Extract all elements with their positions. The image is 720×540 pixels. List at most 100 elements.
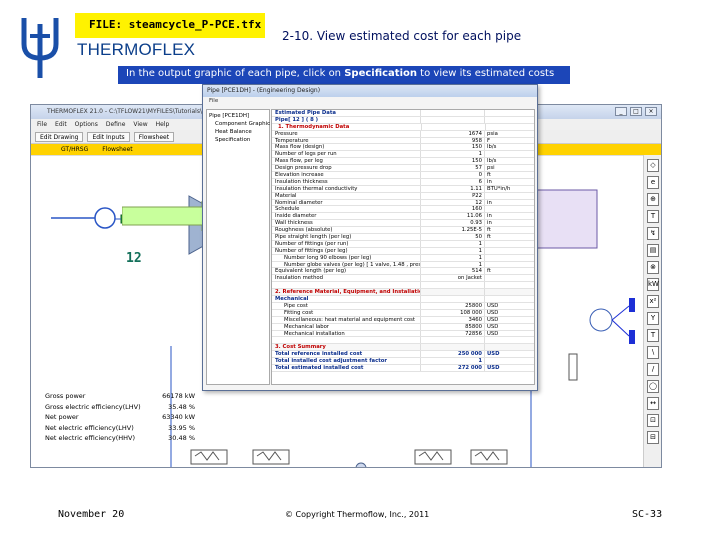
- palette-tool-icon[interactable]: ◯: [647, 380, 659, 393]
- tab-gt-hrsg[interactable]: GT/HRSG: [61, 146, 88, 155]
- palette-tool-icon[interactable]: /: [647, 363, 659, 376]
- spec-label: Insulation method: [275, 275, 324, 282]
- spec-row: Pressure 1674 psia: [272, 130, 534, 138]
- spec-value: 0.93: [420, 220, 484, 226]
- palette-tool-icon[interactable]: ⊟: [647, 431, 659, 444]
- instruction-banner: In the output graphic of each pipe, clic…: [118, 66, 570, 84]
- minimize-button[interactable]: _: [615, 107, 627, 116]
- palette-tool-icon[interactable]: x²: [647, 295, 659, 308]
- component-palette: ◇ e ⊕ T ↯ ▤ ⊗ kW x² Y T \ / ◯ ↔ ⊡ ⊟: [643, 155, 661, 467]
- spec-unit: psi: [484, 165, 534, 171]
- generator-icon: [589, 308, 613, 332]
- menu-options[interactable]: Options: [75, 121, 98, 130]
- spec-label: [272, 337, 420, 343]
- spec-unit: [484, 337, 534, 344]
- maximize-button[interactable]: □: [630, 107, 642, 116]
- spec-value: 6: [420, 178, 484, 185]
- palette-tool-icon[interactable]: T: [647, 210, 659, 223]
- palette-tool-icon[interactable]: ⊡: [647, 414, 659, 427]
- spec-unit: [484, 254, 534, 261]
- palette-tool-icon[interactable]: ⊗: [647, 261, 659, 274]
- spec-value: 1: [420, 358, 484, 364]
- spec-value: 514: [420, 268, 484, 274]
- close-button[interactable]: ×: [645, 107, 657, 116]
- spec-row: Mass flow, per leg 150 lb/s: [272, 158, 534, 166]
- menu-define[interactable]: Define: [106, 121, 126, 130]
- spec-row: Nominal diameter 12 in: [272, 199, 534, 207]
- stream-label-12: 12: [126, 251, 142, 266]
- result-label: Gross electric efficiency(LHV): [45, 402, 141, 411]
- spec-label: 3. Cost Summary: [275, 344, 326, 351]
- menu-help[interactable]: Help: [156, 121, 170, 130]
- spec-label: Roughness (absolute): [275, 227, 333, 234]
- menu-view[interactable]: View: [133, 121, 147, 130]
- spec-unit: [484, 110, 534, 116]
- spec-row: Pipe cost 25800 USD: [272, 302, 534, 310]
- spec-value: 958: [420, 137, 484, 144]
- file-badge: FILE: steamcycle_P-PCE.tfx: [75, 13, 265, 38]
- spec-unit: [484, 261, 534, 268]
- spec-unit: [484, 358, 534, 364]
- spec-unit: USD: [484, 316, 534, 323]
- spec-label: Mass flow, per leg: [275, 158, 323, 165]
- spec-label: Mechanical labor: [284, 323, 329, 330]
- tree-item-specification[interactable]: Specification: [209, 136, 267, 144]
- palette-tool-icon[interactable]: ⊕: [647, 193, 659, 206]
- tab-flowsheet[interactable]: Flowsheet: [102, 146, 132, 155]
- spec-unit: [484, 296, 534, 302]
- spec-value: [421, 123, 484, 130]
- tree-item-pipe[interactable]: Pipe [PCE1DH]: [209, 112, 267, 120]
- spec-row: Total installed cost adjustment factor 1: [272, 358, 534, 365]
- pump-icon: [94, 207, 116, 229]
- result-row: Net electric efficiency(LHV) 33.95 %: [45, 423, 195, 434]
- spec-row: Insulation thickness 6 in: [272, 178, 534, 186]
- spec-value: 1.25E-5: [420, 227, 484, 233]
- brand-name: THERMOFLEX: [77, 40, 196, 59]
- spec-value: 72856: [420, 330, 484, 337]
- flowsheet-button[interactable]: Flowsheet: [133, 132, 175, 142]
- palette-tool-icon[interactable]: ↔: [647, 397, 659, 410]
- spec-unit: [484, 192, 534, 199]
- edit-inputs-button[interactable]: Edit Inputs: [87, 132, 130, 142]
- result-row: Gross power 66178 kW: [45, 391, 195, 402]
- spec-value: 1: [420, 247, 484, 254]
- palette-tool-icon[interactable]: e: [647, 176, 659, 189]
- edit-drawing-button[interactable]: Edit Drawing: [35, 132, 84, 142]
- palette-tool-icon[interactable]: T: [647, 329, 659, 342]
- spec-label: Number globe valves (per leg) [ 1 valve,…: [284, 261, 420, 268]
- tree-item-component-graphic[interactable]: Component Graphic: [209, 120, 270, 128]
- palette-tool-icon[interactable]: \: [647, 346, 659, 359]
- tree-item-heat-balance[interactable]: Heat Balance: [209, 128, 267, 136]
- spec-label: 1. Thermodynamic Data: [278, 123, 350, 130]
- result-value: 35.48 %: [168, 402, 195, 411]
- palette-tool-icon[interactable]: kW: [647, 278, 659, 291]
- spec-label: Mechanical installation: [284, 330, 345, 337]
- result-value: 63340 kW: [162, 413, 195, 421]
- spec-value: [420, 289, 484, 296]
- result-value: 66178 kW: [162, 392, 195, 400]
- spec-label: Pipe straight length (per leg): [275, 234, 352, 240]
- thermoflow-logo-icon: [21, 18, 59, 78]
- menu-file[interactable]: File: [37, 121, 47, 130]
- spec-row: Elevation increase 0 ft: [272, 172, 534, 179]
- menu-edit[interactable]: Edit: [55, 121, 67, 130]
- spec-row: Number of fittings (per leg) 1: [272, 247, 534, 255]
- spec-value: [420, 296, 484, 302]
- bus-bar-icon: [629, 298, 635, 312]
- popup-menu-file[interactable]: File: [203, 97, 537, 106]
- spec-label: Pipe cost: [284, 302, 308, 309]
- spec-unit: [484, 240, 534, 247]
- palette-tool-icon[interactable]: ◇: [647, 159, 659, 172]
- palette-tool-icon[interactable]: Y: [647, 312, 659, 325]
- result-row: Gross electric efficiency(LHV) 35.48 %: [45, 402, 195, 413]
- result-label: Net power: [45, 413, 79, 421]
- hrsg-icon: [536, 189, 598, 249]
- spec-value: 85800: [420, 323, 484, 330]
- palette-tool-icon[interactable]: ↯: [647, 227, 659, 240]
- spec-value: [420, 344, 484, 351]
- spec-unit: psia: [484, 130, 534, 137]
- spec-unit: USD: [484, 309, 534, 316]
- spec-unit: USD: [484, 330, 534, 337]
- palette-tool-icon[interactable]: ▤: [647, 244, 659, 257]
- spec-row: Miscellaneous: heat material and equipme…: [272, 316, 534, 324]
